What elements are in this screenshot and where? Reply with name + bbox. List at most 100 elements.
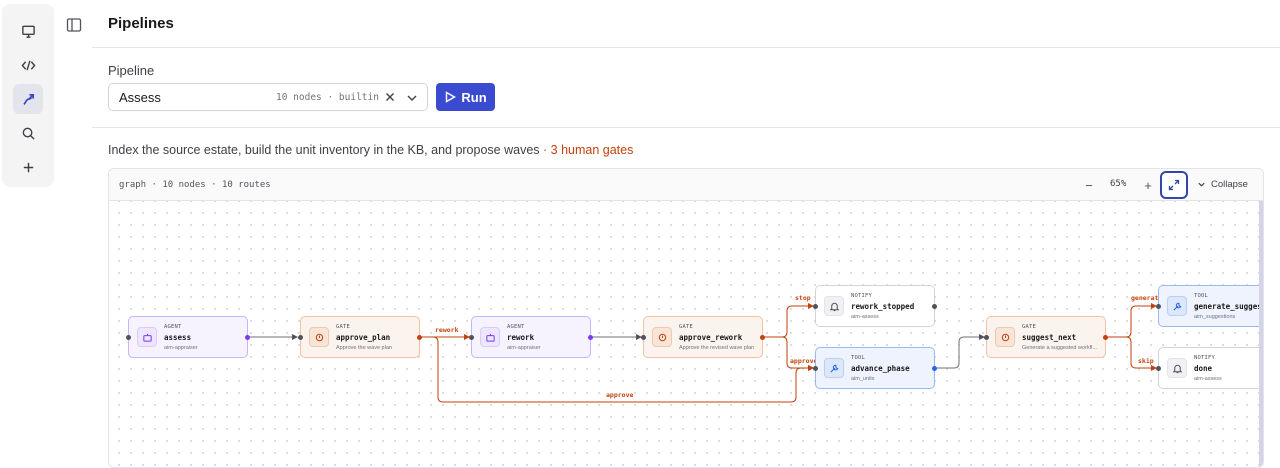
node-subtitle: aim_units: [851, 376, 875, 382]
node-type: TOOL: [851, 355, 866, 361]
input-port[interactable]: [469, 335, 474, 340]
node-advance-phase[interactable]: TOOL advance_phase aim_units: [813, 347, 937, 389]
node-subtitle: Approve the revised wave plan: [679, 345, 755, 351]
node-type: GATE: [1022, 324, 1037, 330]
input-port[interactable]: [813, 366, 818, 371]
human-gates-count: · 3 human gates: [539, 143, 634, 157]
node-rework-stopped[interactable]: NOTIFY rework_stopped aim-assess: [813, 285, 937, 327]
node-name: done: [1194, 364, 1213, 373]
fit-view-button[interactable]: [1160, 171, 1188, 199]
hand-icon: [995, 327, 1015, 347]
node-done[interactable]: NOTIFY done aim-assess: [1156, 347, 1263, 389]
output-port[interactable]: [760, 335, 765, 340]
input-port[interactable]: [1156, 366, 1161, 371]
hand-icon: [309, 327, 329, 347]
node-name: advance_phase: [851, 364, 910, 373]
play-icon: [446, 91, 457, 103]
node-type: GATE: [679, 324, 694, 330]
collapse-button[interactable]: Collapse: [1197, 179, 1248, 190]
plus-icon[interactable]: [13, 152, 43, 182]
node-subtitle: Generate a suggested workfl...: [1022, 345, 1097, 351]
node-name: suggest_next: [1022, 333, 1077, 342]
node-subtitle: Approve the wave plan: [336, 345, 392, 351]
pipelines-icon[interactable]: [13, 84, 43, 114]
search-icon[interactable]: [13, 118, 43, 148]
graph-toolbar: graph · 10 nodes · 10 routes − 65% + Col…: [109, 169, 1263, 201]
node-generate-suggest[interactable]: TOOL generate_suggest aim_suggestions: [1156, 285, 1264, 327]
robot-icon: [137, 327, 157, 347]
output-port[interactable]: [588, 335, 593, 340]
zoom-in-button[interactable]: +: [1140, 177, 1156, 193]
input-port[interactable]: [813, 304, 818, 309]
node-rework[interactable]: AGENT rework aim-appraiser: [469, 316, 593, 358]
expand-icon: [1168, 179, 1180, 191]
zoom-out-button[interactable]: −: [1081, 177, 1097, 193]
node-subtitle: aim_suggestions: [1194, 314, 1236, 320]
node-name: assess: [164, 333, 192, 342]
left-rail: [2, 4, 54, 187]
pipeline-select-value: Assess: [119, 90, 161, 105]
input-port[interactable]: [641, 335, 646, 340]
node-type: NOTIFY: [851, 293, 873, 299]
description-text: Index the source estate, build the unit …: [108, 143, 540, 157]
node-assess[interactable]: AGENT assess aim-appraiser: [126, 316, 250, 358]
output-port[interactable]: [932, 366, 937, 371]
sidebar-toggle-icon[interactable]: [66, 17, 82, 33]
chevron-down-icon: [1198, 182, 1205, 187]
edge-stop: [764, 303, 814, 338]
input-port[interactable]: [984, 335, 989, 340]
output-port[interactable]: [245, 335, 250, 340]
input-port[interactable]: [126, 335, 131, 340]
node-name: approve_plan: [336, 333, 391, 342]
collapse-label: Collapse: [1211, 179, 1248, 190]
clear-icon[interactable]: [383, 90, 397, 104]
node-type: TOOL: [1194, 293, 1209, 299]
node-subtitle: aim-appraiser: [164, 345, 198, 351]
node-approve-rework[interactable]: GATE approve_rework Approve the revised …: [641, 316, 765, 358]
output-port[interactable]: [932, 304, 937, 309]
node-subtitle: aim-assess: [1194, 376, 1222, 382]
node-type: NOTIFY: [1194, 355, 1216, 361]
pipeline-label: Pipeline: [108, 63, 155, 78]
edge-advance-suggest: [935, 334, 985, 369]
wrench-icon: [1167, 296, 1187, 316]
edge-label-skip: skip: [1137, 357, 1155, 365]
node-subtitle: aim-assess: [851, 314, 879, 320]
top-bar: Pipelines: [54, 0, 1280, 48]
node-suggest-next[interactable]: GATE suggest_next Generate a suggested w…: [984, 316, 1108, 358]
page-title: Pipelines: [108, 15, 174, 32]
output-port[interactable]: [417, 335, 422, 340]
hand-icon: [652, 327, 672, 347]
node-type: AGENT: [507, 324, 525, 330]
monitor-icon[interactable]: [13, 16, 43, 46]
pipeline-description: Index the source estate, build the unit …: [108, 143, 633, 157]
bell-icon: [824, 296, 844, 316]
node-name: approve_rework: [679, 333, 743, 342]
robot-icon: [480, 327, 500, 347]
output-port[interactable]: [1103, 335, 1108, 340]
chevron-down-icon[interactable]: [405, 91, 419, 105]
node-approve-plan[interactable]: GATE approve_plan Approve the wave plan: [298, 316, 422, 358]
edge-label-approve-rework: approve: [789, 357, 819, 365]
pipeline-select[interactable]: Assess 10 nodes · builtin: [108, 83, 428, 111]
node-subtitle: aim-appraiser: [507, 345, 541, 351]
zoom-level: 65%: [1110, 179, 1127, 189]
edge-label-rework: rework: [434, 326, 460, 334]
run-button[interactable]: Run: [436, 83, 495, 111]
pipeline-meta: 10 nodes · builtin: [276, 92, 379, 103]
edge-label-stop: stop: [794, 294, 812, 302]
graph-scrollbar[interactable]: [1259, 201, 1263, 467]
wrench-icon: [824, 358, 844, 378]
node-name: generate_suggest: [1194, 302, 1264, 311]
node-name: rework: [507, 333, 535, 342]
code-icon[interactable]: [13, 50, 43, 80]
edge-label-approve: approve: [605, 391, 635, 399]
input-port[interactable]: [1156, 304, 1161, 309]
edge-generate: [1106, 303, 1157, 338]
run-button-label: Run: [461, 89, 487, 105]
input-port[interactable]: [298, 335, 303, 340]
graph-canvas[interactable]: rework approve stop approve generate ski…: [109, 201, 1263, 467]
node-type: AGENT: [164, 324, 182, 330]
bell-icon: [1167, 358, 1187, 378]
node-type: GATE: [336, 324, 351, 330]
